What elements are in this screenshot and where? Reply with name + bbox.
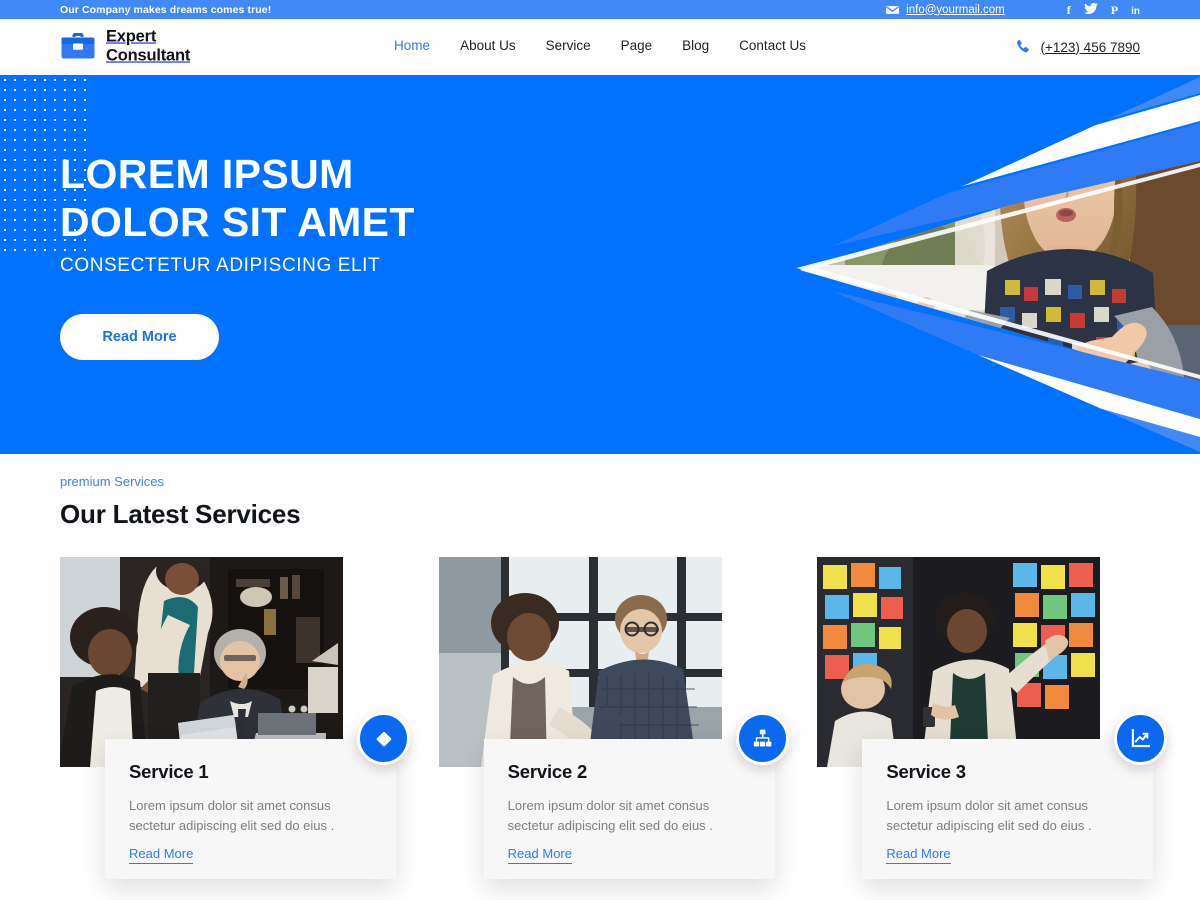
- top-utility-bar: Our Company makes dreams comes true! inf…: [0, 0, 1200, 19]
- logo-line-2: Consultant: [106, 47, 191, 65]
- site-header: Expert Consultant Home About Us Service …: [0, 19, 1200, 75]
- hero-title: LOREM IPSUM DOLOR SIT AMET: [60, 151, 415, 246]
- briefcase-icon: [60, 31, 96, 63]
- service-photo-1: [60, 557, 343, 767]
- hero-title-line-2: DOLOR SIT AMET: [60, 198, 415, 245]
- social-links: f P in: [1067, 1, 1140, 19]
- phone-icon: [1015, 39, 1031, 55]
- envelope-icon: [886, 5, 900, 15]
- services-heading: Our Latest Services: [60, 499, 301, 529]
- sitemap-icon: [735, 712, 789, 765]
- service-card-1: Service 1 Lorem ipsum dolor sit amet con…: [60, 557, 410, 887]
- service-card-2: Service 2 Lorem ipsum dolor sit amet con…: [438, 557, 789, 887]
- service-card-body-2: Service 2 Lorem ipsum dolor sit amet con…: [483, 712, 789, 879]
- services-grid: Service 1 Lorem ipsum dolor sit amet con…: [60, 557, 1168, 887]
- email-link[interactable]: info@yourmail.com: [886, 4, 1005, 16]
- hero-banner: LOREM IPSUM DOLOR SIT AMET CONSECTETUR A…: [0, 75, 1200, 454]
- hero-subtitle: CONSECTETUR ADIPISCING ELIT: [60, 255, 381, 277]
- facebook-icon[interactable]: f: [1067, 1, 1071, 19]
- service-read-more-3[interactable]: Read More: [886, 846, 951, 864]
- services-eyebrow: premium Services: [60, 474, 165, 489]
- company-tagline: Our Company makes dreams comes true!: [60, 3, 272, 16]
- logo-text: Expert Consultant: [106, 28, 190, 67]
- phone-link[interactable]: (+123) 456 7890: [1015, 39, 1140, 55]
- service-description-1: Lorem ipsum dolor sit amet consus sectet…: [129, 798, 335, 833]
- phone-number-text: (+123) 456 7890: [1040, 39, 1140, 55]
- nav-item-service[interactable]: Service: [531, 38, 606, 53]
- diamond-icon: [357, 712, 410, 765]
- service-card-body-3: Service 3 Lorem ipsum dolor sit amet con…: [862, 712, 1168, 879]
- nav-item-home[interactable]: Home: [379, 38, 445, 53]
- twitter-icon[interactable]: [1083, 1, 1098, 19]
- service-read-more-1[interactable]: Read More: [129, 846, 194, 864]
- service-card-body-1: Service 1 Lorem ipsum dolor sit amet con…: [105, 712, 410, 879]
- services-section: premium Services Our Latest Services Ser…: [0, 454, 1200, 887]
- pinterest-icon[interactable]: P: [1111, 1, 1118, 19]
- service-description-3: Lorem ipsum dolor sit amet consus sectet…: [886, 798, 1092, 833]
- logo-line-1: Expert: [106, 27, 157, 46]
- linkedin-icon[interactable]: in: [1131, 1, 1140, 19]
- hero-copy: LOREM IPSUM DOLOR SIT AMET CONSECTETUR A…: [60, 151, 415, 361]
- email-address-text: info@yourmail.com: [906, 3, 1005, 16]
- service-description-2: Lorem ipsum dolor sit amet consus sectet…: [507, 798, 713, 833]
- hero-artwork: [500, 75, 1200, 454]
- nav-item-about-us[interactable]: About Us: [445, 38, 531, 53]
- nav-item-blog[interactable]: Blog: [667, 38, 724, 53]
- service-title-1: Service 1: [129, 761, 209, 782]
- nav-item-page[interactable]: Page: [606, 38, 668, 53]
- hero-title-line-1: LOREM IPSUM: [60, 151, 354, 197]
- service-title-3: Service 3: [886, 761, 966, 782]
- service-title-2: Service 2: [507, 761, 588, 782]
- service-photo-3: [817, 557, 1101, 767]
- service-read-more-2[interactable]: Read More: [507, 846, 572, 864]
- hero-read-more-button[interactable]: Read More: [60, 314, 219, 361]
- service-photo-2: [438, 557, 722, 767]
- nav-item-contact-us[interactable]: Contact Us: [724, 38, 821, 53]
- service-card-3: Service 3 Lorem ipsum dolor sit amet con…: [817, 557, 1168, 887]
- main-navigation: Home About Us Service Page Blog Contact …: [379, 38, 821, 53]
- chart-line-icon: [1114, 712, 1168, 765]
- top-bar-right-group: info@yourmail.com f P in: [886, 1, 1140, 19]
- logo[interactable]: Expert Consultant: [60, 28, 190, 67]
